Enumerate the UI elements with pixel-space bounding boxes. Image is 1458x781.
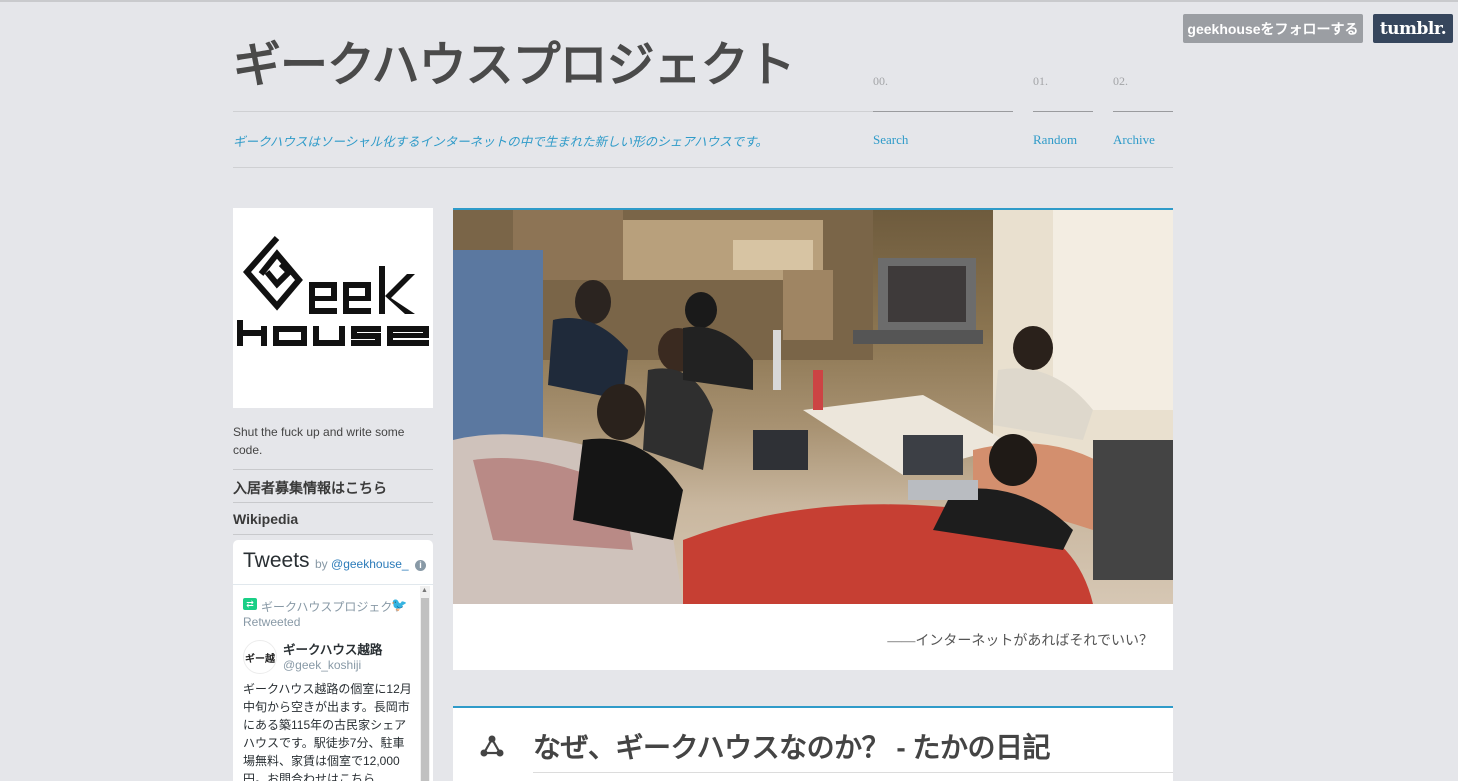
nav-label[interactable]: Archive xyxy=(1113,132,1173,148)
nav-number: 00. xyxy=(873,74,888,88)
divider xyxy=(233,111,873,112)
nav-label[interactable]: Search xyxy=(873,132,1013,148)
nav-search[interactable]: 00. Search xyxy=(873,74,1013,148)
photo-caption: ――インターネットがあればそれでいい？ xyxy=(887,634,1153,649)
photo-post: ――インターネットがあればそれでいい？ xyxy=(453,208,1173,670)
geekhouse-logo[interactable] xyxy=(233,208,433,408)
twitter-timeline-widget: Tweets by @geekhouse_ i ⇄ ギークハウスプロジェクト 🐦… xyxy=(233,540,433,781)
tweet-author-handle[interactable]: @geek_koshiji xyxy=(283,658,361,672)
twitter-bird-icon[interactable]: 🐦 xyxy=(391,597,407,613)
link-post-title[interactable]: なぜ、ギークハウスなのか？ - たかの日記 xyxy=(533,726,1051,766)
nav-random[interactable]: 01. Random xyxy=(1033,74,1093,148)
site-title[interactable]: ギークハウスプロジェクト xyxy=(233,38,796,94)
divider xyxy=(233,534,433,535)
nav-label[interactable]: Random xyxy=(1033,132,1093,148)
widget-scrollbar-thumb[interactable] xyxy=(421,598,429,781)
blog-description: Shut the fuck up and write some code. xyxy=(233,425,405,457)
post-photo-image[interactable] xyxy=(453,210,1173,604)
info-icon[interactable]: i xyxy=(414,560,426,571)
nav-archive[interactable]: 02. Archive xyxy=(1113,74,1173,148)
tweet-author-avatar[interactable]: ギー越 xyxy=(243,640,277,674)
tweet-text: ギークハウス越路の個室に12月中旬から空きが出ます。長岡市にある築115年の古民… xyxy=(243,682,412,781)
retweeter-name[interactable]: ギークハウスプロジェクト xyxy=(261,598,404,615)
follow-button[interactable]: geekhouseをフォローする xyxy=(1183,14,1363,43)
link-post: なぜ、ギークハウスなのか？ - たかの日記 xyxy=(453,706,1173,781)
photo-room-scene xyxy=(453,210,1173,604)
site-tagline: ギークハウスはソーシャル化するインターネットの中で生まれた新しい形のシェアハウス… xyxy=(233,135,768,149)
widget-title[interactable]: Tweets xyxy=(243,549,310,573)
nav-number: 01. xyxy=(1033,74,1048,88)
widget-header: Tweets by @geekhouse_ i xyxy=(233,540,433,585)
divider xyxy=(233,469,433,470)
retweeted-label: Retweeted xyxy=(243,615,301,629)
top-border xyxy=(0,0,1458,2)
divider xyxy=(233,167,1173,168)
tweet-author-name[interactable]: ギークハウス越路 xyxy=(283,639,382,658)
tumblr-logo-button[interactable]: tumblr. xyxy=(1373,14,1453,43)
retweet-icon: ⇄ xyxy=(243,598,257,610)
nav-number: 02. xyxy=(1113,74,1128,88)
link-post-icon xyxy=(479,734,505,763)
account-handle-link[interactable]: @geekhouse_ xyxy=(331,557,409,571)
divider xyxy=(233,502,433,503)
sidebar-link-recruit[interactable]: 入居者募集情報はこちら xyxy=(233,478,433,498)
widget-byline: by @geekhouse_ i xyxy=(315,557,426,571)
sidebar-link-wikipedia[interactable]: Wikipedia xyxy=(233,511,433,527)
nav-rule xyxy=(1113,111,1173,112)
divider xyxy=(533,772,1173,773)
nav-rule xyxy=(1033,111,1093,112)
scroll-up-icon[interactable]: ▲ xyxy=(421,587,428,594)
geekhouse-logo-graphic xyxy=(237,236,429,346)
by-label: by xyxy=(315,557,328,571)
nav-rule xyxy=(873,111,1013,112)
